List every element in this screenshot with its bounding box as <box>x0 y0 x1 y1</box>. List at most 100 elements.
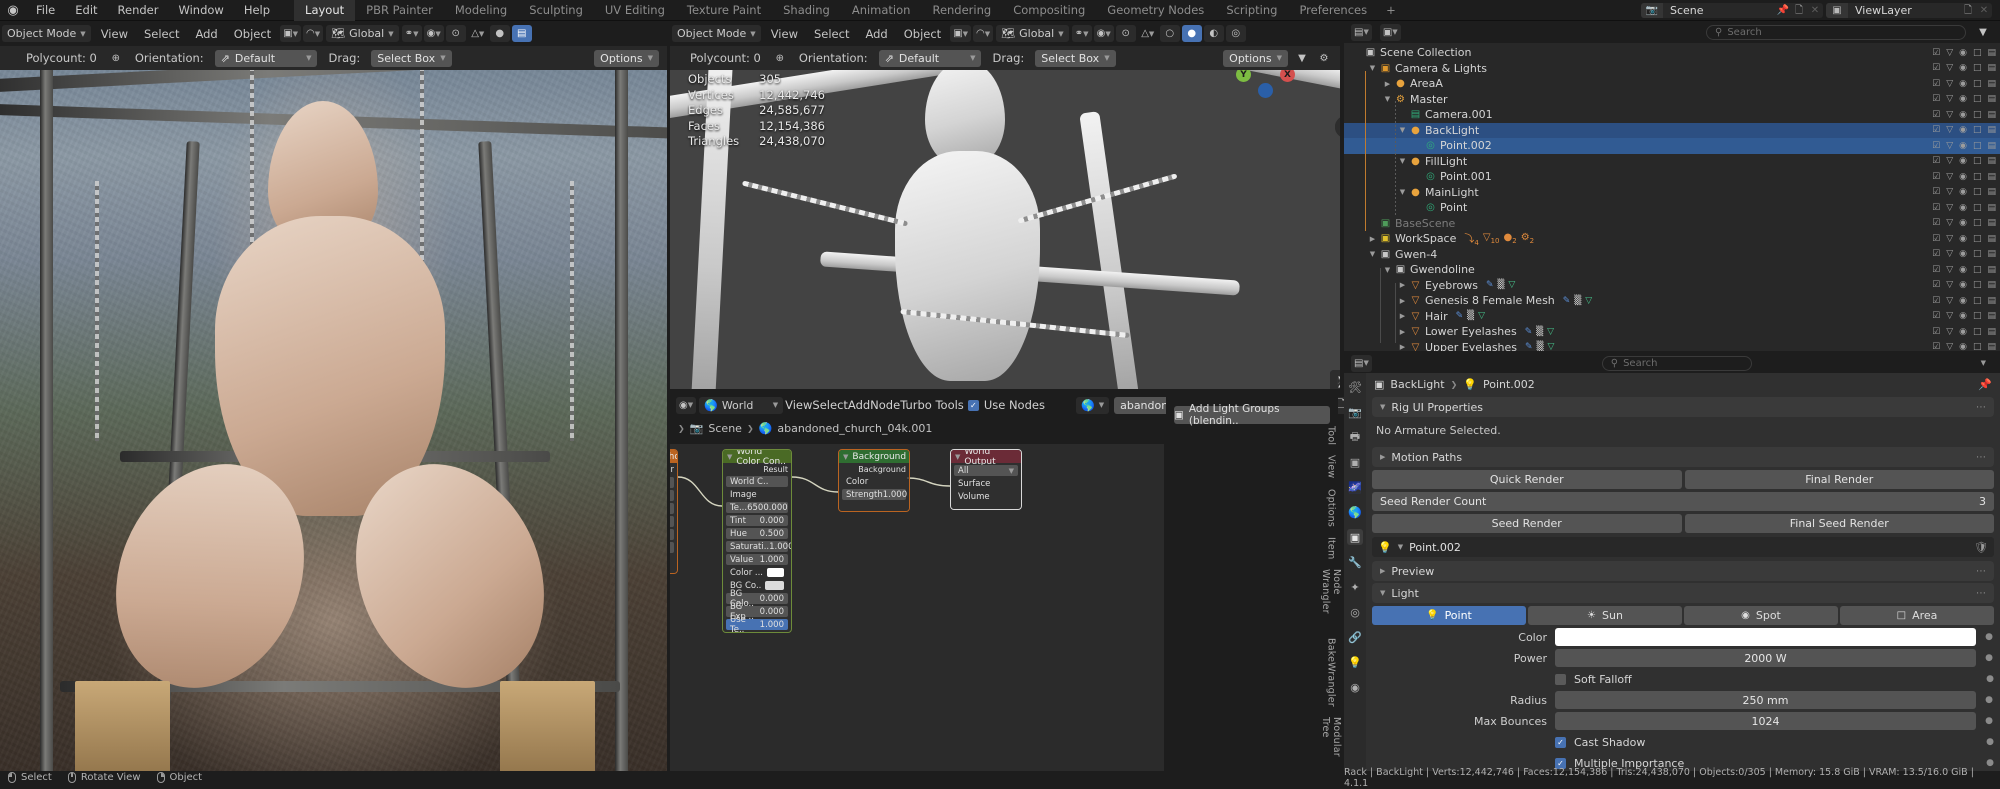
light-color-row[interactable]: Color ● <box>1372 628 1994 646</box>
animate-dot-icon[interactable]: ● <box>1984 632 1994 642</box>
menu-file[interactable]: File <box>26 0 65 21</box>
eye-icon[interactable]: ◉ <box>1959 327 1967 337</box>
node-tab-options[interactable]: Options <box>1326 489 1337 527</box>
snap-magnet-icon[interactable]: ◠ ▼ <box>303 25 324 42</box>
chevron-right-icon[interactable]: ▶ <box>1397 281 1408 289</box>
gizmo-axis-z-neg[interactable] <box>1258 83 1273 98</box>
outliner-visibility-toggles[interactable]: ☑ ▽ ◉ □ ▤ <box>1932 265 1996 275</box>
panel-extras-icon-2[interactable]: ⋯ <box>1976 452 1986 463</box>
chevron-down-icon[interactable]: ▼ <box>1367 250 1378 258</box>
falloff-curve-icon[interactable]: △ ▼ <box>468 25 488 42</box>
seed-render-count-field[interactable]: Seed Render Count 3 <box>1372 492 1994 511</box>
camera-render-icon[interactable]: ▤ <box>1987 342 1996 351</box>
viewport-shading-material-icon[interactable]: ◐ <box>1203 25 1224 42</box>
filter-icon[interactable]: ▽ <box>1946 79 1953 89</box>
workspace-tab-texture-paint[interactable]: Texture Paint <box>676 0 772 21</box>
menu-window[interactable]: Window <box>168 0 233 21</box>
eye-icon[interactable]: ◉ <box>1959 63 1967 73</box>
light-max-bounces-row[interactable]: Max Bounces 1024 ● <box>1372 712 1994 730</box>
camera-render-icon[interactable]: ▤ <box>1987 125 1996 135</box>
tab-physics[interactable]: ◎ <box>1347 604 1363 620</box>
screen-icon[interactable]: □ <box>1973 94 1982 104</box>
filter-icon[interactable]: ▽ <box>1946 110 1953 120</box>
camera-render-icon[interactable]: ▤ <box>1987 265 1996 275</box>
outliner-row[interactable]: ▶ ▽ Eyebrows ✎ ▒ ▽ ☑ ▽ ◉ □ ▤ <box>1344 278 2000 294</box>
light-type-spot[interactable]: ◉ Spot <box>1684 606 1838 625</box>
workspace-tab-modeling[interactable]: Modeling <box>444 0 518 21</box>
properties-options-chevron-icon[interactable]: ▼ <box>1981 359 1986 367</box>
animate-dot-icon-6[interactable]: ● <box>1986 737 1994 747</box>
snapping-magnet-icon-2[interactable]: ⚭ ▼ <box>1071 25 1092 42</box>
outliner-row[interactable]: ▼ ▣ Camera & Lights ☑ ▽ ◉ □ ▤ <box>1344 61 2000 77</box>
filter-icon[interactable]: ▽ <box>1946 311 1953 321</box>
chevron-down-icon-2[interactable]: ▼ <box>1398 543 1403 551</box>
proportional-edit-icon-2[interactable]: ◉ ▼ <box>1093 25 1114 42</box>
screen-icon[interactable]: □ <box>1973 156 1982 166</box>
chevron-down-icon[interactable]: ▼ <box>1367 64 1378 72</box>
remove-viewlayer-icon[interactable]: ✕ <box>1976 3 1992 18</box>
orientation-dropdown[interactable]: ⇗ Default ▼ <box>214 49 318 67</box>
outliner-editor-type-icon[interactable]: ▤ ▼ <box>1351 23 1372 41</box>
camera-render-icon[interactable]: ▤ <box>1987 203 1996 213</box>
screen-icon[interactable]: □ <box>1973 280 1982 290</box>
viewport-left-menu-select[interactable]: Select <box>136 27 187 41</box>
chevron-right-icon[interactable]: ▶ <box>1397 343 1408 351</box>
animate-dot-icon-4[interactable]: ● <box>1984 695 1994 705</box>
chevron-down-icon[interactable]: ▼ <box>1397 157 1408 165</box>
outliner-visibility-toggles[interactable]: ☑ ▽ ◉ □ ▤ <box>1932 203 1996 213</box>
checkbox-icon[interactable]: ☑ <box>1932 172 1940 182</box>
outliner-visibility-toggles[interactable]: ☑ ▽ ◉ □ ▤ <box>1932 311 1996 321</box>
viewport-left-menu-add[interactable]: Add <box>187 27 225 41</box>
node-input-hue[interactable]: Hue 0.500 <box>726 528 788 539</box>
eye-icon[interactable]: ◉ <box>1959 265 1967 275</box>
add-workspace-button[interactable]: + <box>1378 3 1404 17</box>
panel-light-header[interactable]: ▼ Light ⋯ <box>1372 583 1994 603</box>
panel-extras-icon[interactable]: ⋯ <box>1976 402 1986 413</box>
menu-render[interactable]: Render <box>108 0 169 21</box>
outliner-display-mode-icon[interactable]: ▣ ▼ <box>1379 23 1401 41</box>
node-tab-view[interactable]: View <box>1326 455 1337 478</box>
filter-icon[interactable]: ▽ <box>1946 172 1953 182</box>
outliner-row[interactable]: ▼ ⚙ Master ☑ ▽ ◉ □ ▤ <box>1344 92 2000 108</box>
light-radius-value[interactable]: 250 mm <box>1555 691 1976 709</box>
transform-orientation-selector[interactable]: 🗺 Global ▼ <box>326 25 399 42</box>
panel-rig-ui-header[interactable]: ▼ Rig UI Properties ⋯ <box>1372 397 1994 417</box>
new-viewlayer-icon[interactable]: 🗋 <box>1960 3 1976 18</box>
pivot-point-icon-2[interactable]: ⊙ <box>1115 25 1136 42</box>
outliner-tree[interactable]: ▣ Scene Collection ☑ ▽ ◉ □ ▤ ▼ ▣ Camera & Lights ☑… <box>1344 43 2000 351</box>
breadcrumb-scene[interactable]: Scene <box>708 422 742 435</box>
filter-icon[interactable]: ▽ <box>1946 296 1953 306</box>
outliner-visibility-toggles[interactable]: ☑ ▽ ◉ □ ▤ <box>1932 156 1996 166</box>
shader-type-dropdown[interactable]: 🌎 World ▼ <box>699 396 784 414</box>
use-nodes-toggle[interactable]: ✓ Use Nodes <box>967 398 1045 412</box>
screen-icon[interactable]: □ <box>1973 234 1982 244</box>
workspace-tab-geometry-nodes[interactable]: Geometry Nodes <box>1096 0 1215 21</box>
panel-preview[interactable]: ▶ Preview ⋯ <box>1372 561 1994 581</box>
node-field-blank[interactable] <box>670 490 674 501</box>
node-input-usetex[interactable]: Use Te.. 1.000 <box>726 615 788 632</box>
viewport-right-mode-selector[interactable]: Object Mode ▼ <box>672 25 761 42</box>
screen-icon[interactable]: □ <box>1973 63 1982 73</box>
tab-output[interactable]: 🖶 <box>1347 429 1363 445</box>
use-nodes-checkbox[interactable]: ✓ <box>967 399 979 411</box>
outliner-row[interactable]: ▶ ▣ WorkSpace ⤵4 ▽10 ●2 ⚙2 ☑ ▽ ◉ □ ▤ <box>1344 231 2000 247</box>
panel-preview-header[interactable]: ▶ Preview ⋯ <box>1372 561 1994 581</box>
light-power-row[interactable]: Power 2000 W ● <box>1372 649 1994 667</box>
checkbox-icon[interactable]: ☑ <box>1932 110 1940 120</box>
node-bg-input-strength[interactable]: Strength 1.000 <box>842 489 907 500</box>
filter-icon[interactable]: ▽ <box>1946 94 1953 104</box>
screen-icon[interactable]: □ <box>1973 327 1982 337</box>
chevron-right-icon[interactable]: ▶ <box>1367 235 1378 243</box>
eye-icon[interactable]: ◉ <box>1959 79 1967 89</box>
quick-render-button[interactable]: Quick Render <box>1372 470 1682 489</box>
viewport-right-menu-object[interactable]: Object <box>896 27 949 41</box>
outliner-visibility-toggles[interactable]: ☑ ▽ ◉ □ ▤ <box>1932 187 1996 197</box>
node-color-swatch[interactable] <box>767 568 784 577</box>
screen-icon[interactable]: □ <box>1973 218 1982 228</box>
light-max-bounces-value[interactable]: 1024 <box>1555 712 1976 730</box>
outliner-row[interactable]: ▤ Camera.001 ☑ ▽ ◉ □ ▤ <box>1344 107 2000 123</box>
proportional-edit-icon[interactable]: ◉ ▼ <box>423 25 444 42</box>
eye-icon[interactable]: ◉ <box>1959 172 1967 182</box>
transform-orientation-selector-2[interactable]: 🗺 Global ▼ <box>996 25 1069 42</box>
viewport-right-menu-add[interactable]: Add <box>857 27 895 41</box>
